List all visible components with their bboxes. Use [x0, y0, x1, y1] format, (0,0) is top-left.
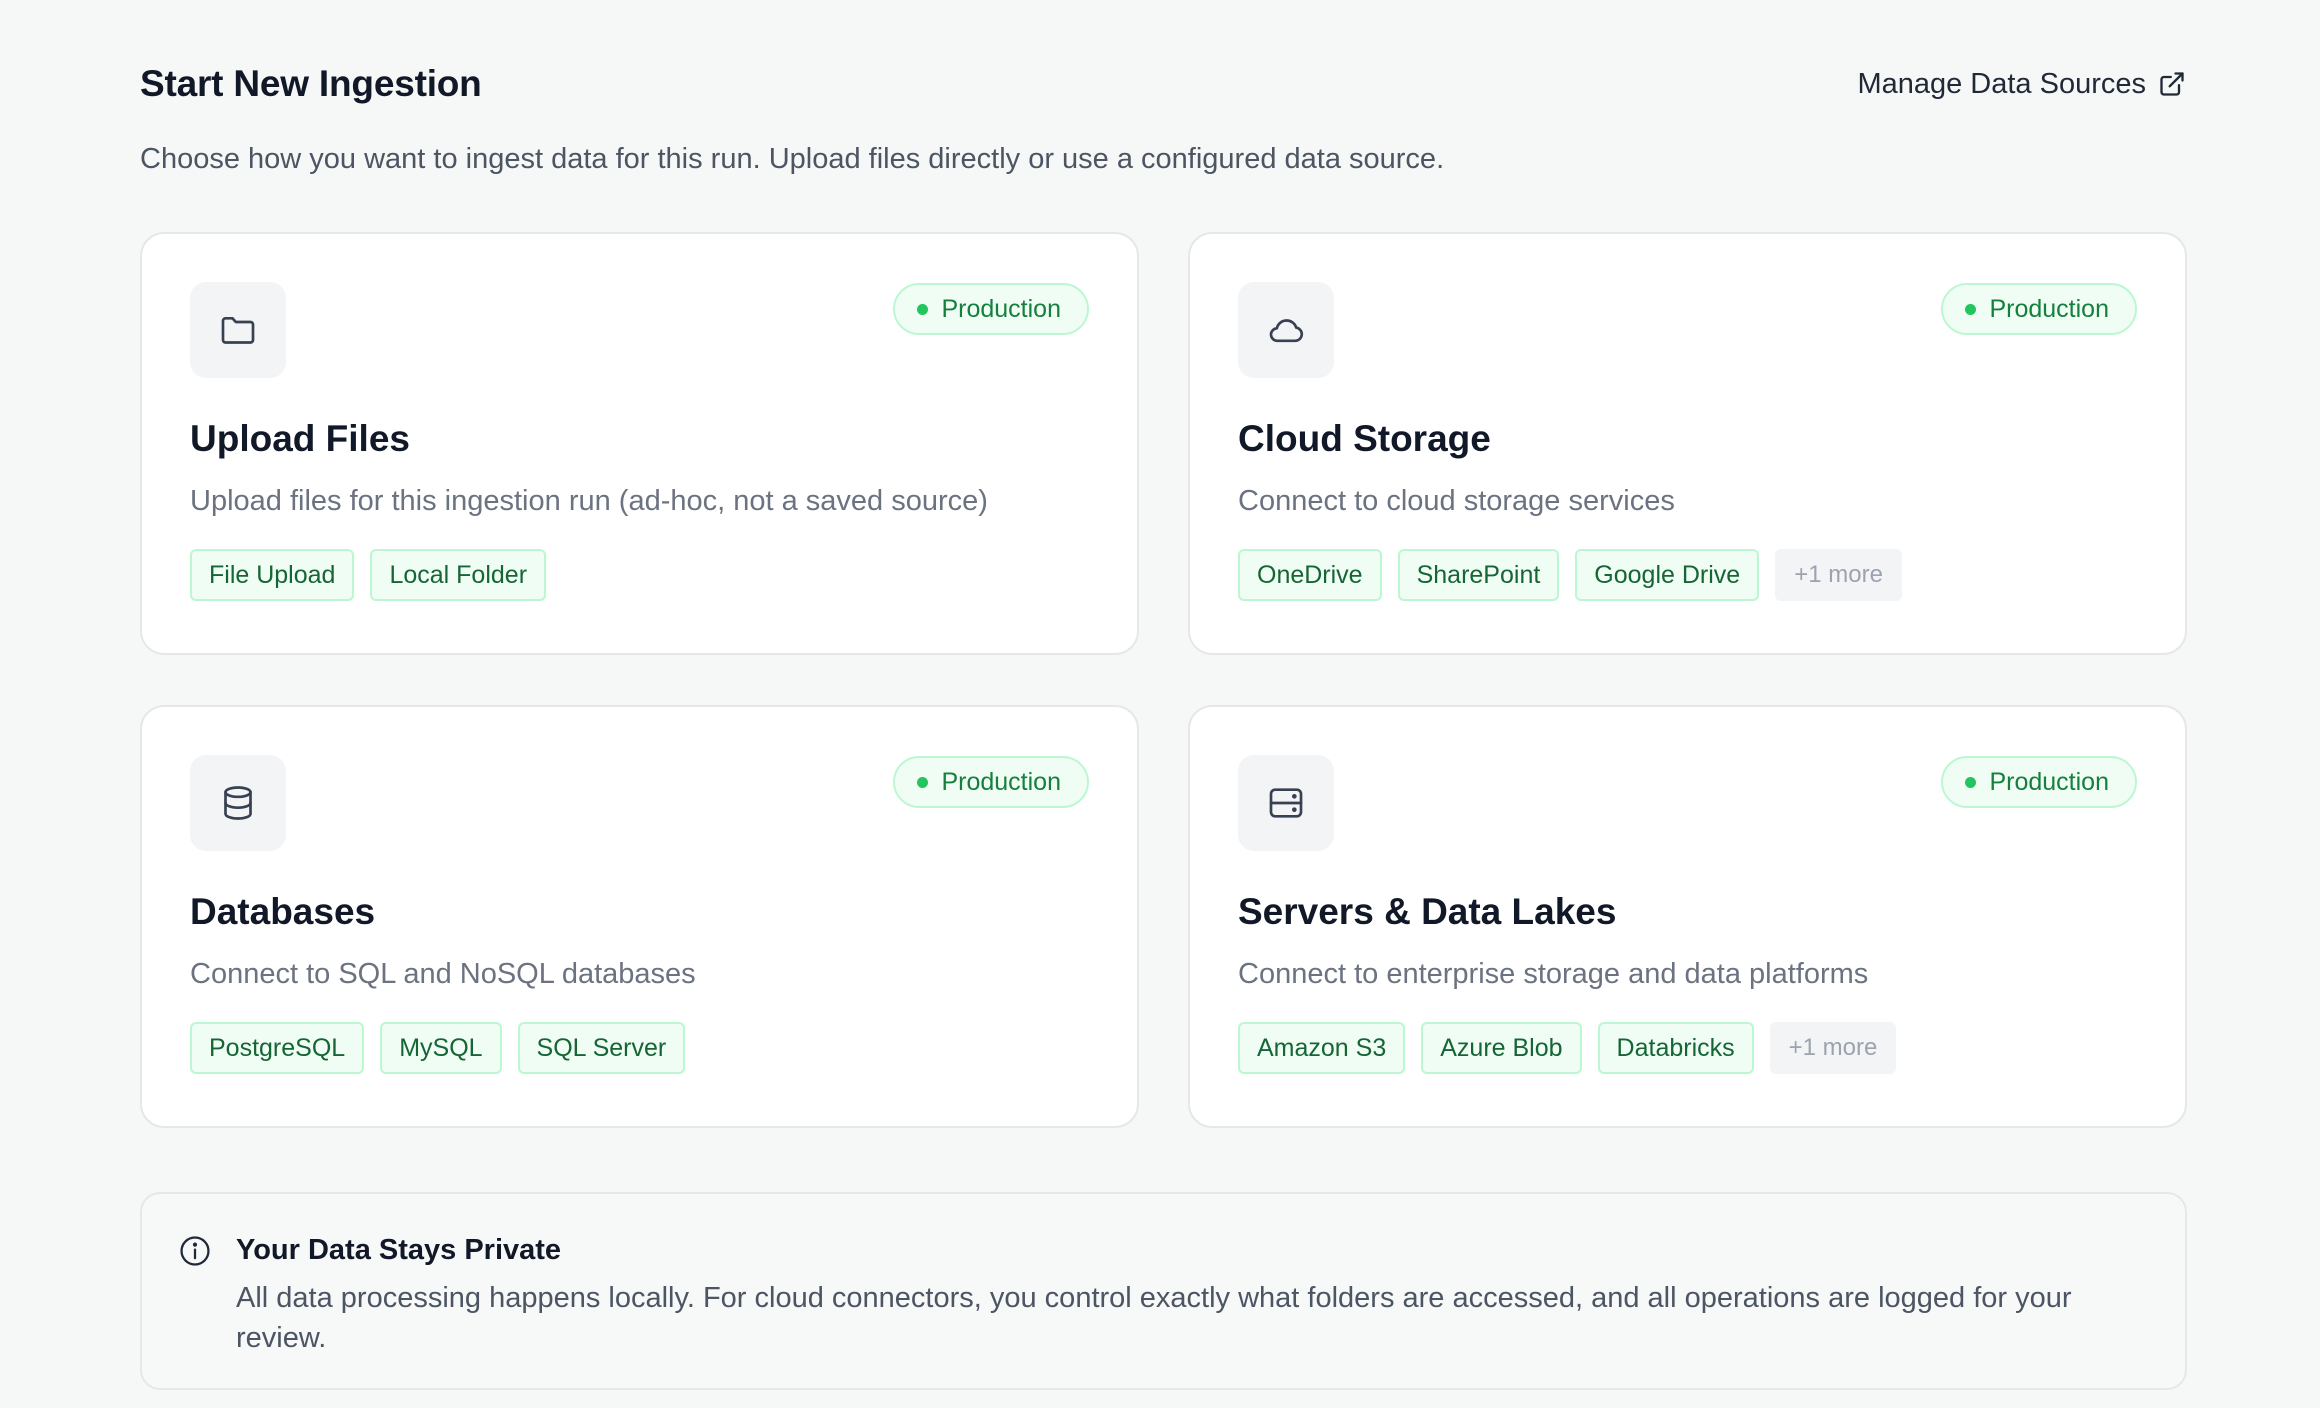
card-title: Databases — [190, 891, 376, 932]
servers-data-lakes-card[interactable]: Production Servers & Data Lakes Connect … — [1188, 705, 2187, 1128]
status-badge-label: Production — [941, 767, 1061, 796]
card-title: Cloud Storage — [1238, 418, 1491, 459]
card-description: Connect to cloud storage services — [1238, 485, 1675, 517]
cloud-icon — [1269, 319, 1304, 343]
database-icon — [224, 786, 252, 820]
tag-local-folder: Local Folder — [370, 549, 547, 601]
status-badge: Production — [1941, 756, 2137, 808]
card-icon-box — [190, 755, 286, 851]
status-dot — [1965, 776, 1977, 788]
more-tags-badge: +1 more — [1775, 549, 1902, 601]
server-icon — [1269, 788, 1303, 818]
page-subtitle: Choose how you want to ingest data for t… — [140, 143, 1445, 175]
privacy-notice: Your Data Stays Private All data process… — [140, 1192, 2187, 1390]
folder-icon — [221, 317, 255, 344]
tag-databricks: Databricks — [1597, 1022, 1754, 1074]
more-tags-badge: +1 more — [1769, 1022, 1897, 1074]
card-title: Servers & Data Lakes — [1238, 891, 1617, 932]
card-icon-box — [1238, 282, 1334, 378]
info-icon — [180, 1236, 210, 1266]
databases-card[interactable]: Production Databases Connect to SQL and … — [140, 705, 1139, 1128]
status-badge: Production — [1941, 283, 2137, 335]
card-tags: OneDrive SharePoint Google Drive +1 more — [1238, 549, 2137, 601]
cloud-storage-card[interactable]: Production Cloud Storage Connect to clou… — [1188, 232, 2187, 655]
upload-files-card[interactable]: Production Upload Files Upload files for… — [140, 232, 1139, 655]
card-description: Connect to SQL and NoSQL databases — [190, 958, 696, 990]
privacy-title: Your Data Stays Private — [236, 1234, 562, 1266]
tag-sql-server: SQL Server — [517, 1022, 686, 1074]
ingestion-page: Start New Ingestion Manage Data Sources … — [0, 0, 2320, 1408]
manage-data-sources-link[interactable]: Manage Data Sources — [1857, 68, 2186, 101]
source-cards-grid: Production Upload Files Upload files for… — [140, 232, 2187, 1128]
tag-google-drive: Google Drive — [1575, 549, 1760, 601]
tag-onedrive: OneDrive — [1238, 549, 1382, 601]
status-badge: Production — [893, 283, 1089, 335]
tag-postgresql: PostgreSQL — [190, 1022, 365, 1074]
card-tags: File Upload Local Folder — [190, 549, 1089, 601]
card-tags: Amazon S3 Azure Blob Databricks +1 more — [1238, 1022, 2137, 1074]
external-link-icon — [2160, 72, 2184, 96]
status-badge-label: Production — [1989, 294, 2109, 323]
privacy-body: All data processing happens locally. For… — [236, 1282, 2072, 1354]
status-dot — [917, 303, 929, 315]
status-dot — [1965, 303, 1977, 315]
tag-file-upload: File Upload — [190, 549, 355, 601]
status-badge-label: Production — [1989, 767, 2109, 796]
privacy-text: Your Data Stays Private All data process… — [236, 1230, 2166, 1388]
manage-data-sources-label: Manage Data Sources — [1857, 67, 2146, 100]
card-tags: PostgreSQL MySQL SQL Server — [190, 1022, 1089, 1074]
status-dot — [917, 776, 929, 788]
page-header: Start New Ingestion Manage Data Sources — [140, 58, 2186, 110]
card-title: Upload Files — [190, 418, 410, 459]
tag-mysql: MySQL — [380, 1022, 502, 1074]
status-badge: Production — [893, 756, 1089, 808]
page-title: Start New Ingestion — [140, 63, 482, 104]
card-icon-box — [190, 282, 286, 378]
card-description: Upload files for this ingestion run (ad-… — [190, 485, 988, 517]
card-icon-box — [1238, 755, 1334, 851]
card-description: Connect to enterprise storage and data p… — [1238, 958, 1869, 990]
tag-sharepoint: SharePoint — [1397, 549, 1560, 601]
tag-azure-blob: Azure Blob — [1421, 1022, 1582, 1074]
status-badge-label: Production — [941, 294, 1061, 323]
tag-amazon-s3: Amazon S3 — [1238, 1022, 1406, 1074]
